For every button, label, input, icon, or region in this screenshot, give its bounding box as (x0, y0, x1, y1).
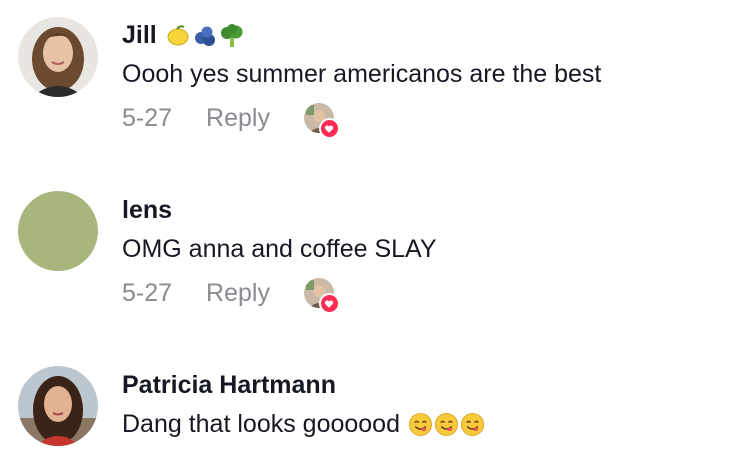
yum-face-icon (434, 412, 459, 437)
comment-meta: 5-27 Reply (122, 103, 340, 139)
comment-text: Oooh yes summer americanos are the best (122, 60, 601, 89)
broccoli-icon (219, 23, 245, 49)
avatar[interactable] (18, 191, 98, 271)
comment-text: OMG anna and coffee SLAY (122, 235, 437, 264)
comment-text: Dang that looks goooood (122, 410, 485, 439)
username[interactable]: Jill (122, 21, 245, 50)
heart-icon (318, 118, 340, 139)
blueberries-icon (192, 23, 218, 49)
heart-icon (318, 293, 340, 314)
comment-emojis (408, 412, 485, 437)
username-text: lens (122, 196, 173, 224)
reply-button[interactable]: Reply (206, 279, 270, 308)
username-text: Patricia Hartmann (122, 371, 336, 399)
creator-liked-badge (303, 278, 340, 314)
comment-text-content: Oooh yes summer americanos are the best (122, 60, 602, 88)
creator-liked-badge (303, 103, 340, 139)
reply-button[interactable]: Reply (206, 104, 270, 133)
yum-face-icon (460, 412, 485, 437)
username-badges (165, 23, 245, 49)
comment-date: 5-27 (122, 103, 173, 132)
username-text: Jill (122, 21, 157, 49)
comment-meta: 5-27 Reply (122, 278, 340, 314)
comment-date: 5-27 (122, 278, 173, 307)
avatar[interactable] (18, 17, 98, 97)
comment-text-content: OMG anna and coffee SLAY (122, 235, 437, 263)
yum-face-icon (408, 412, 433, 437)
username[interactable]: lens (122, 196, 172, 225)
comment-text-content: Dang that looks goooood (122, 410, 400, 438)
lemon-icon (165, 23, 191, 49)
avatar[interactable] (18, 366, 98, 446)
username[interactable]: Patricia Hartmann (122, 371, 336, 400)
